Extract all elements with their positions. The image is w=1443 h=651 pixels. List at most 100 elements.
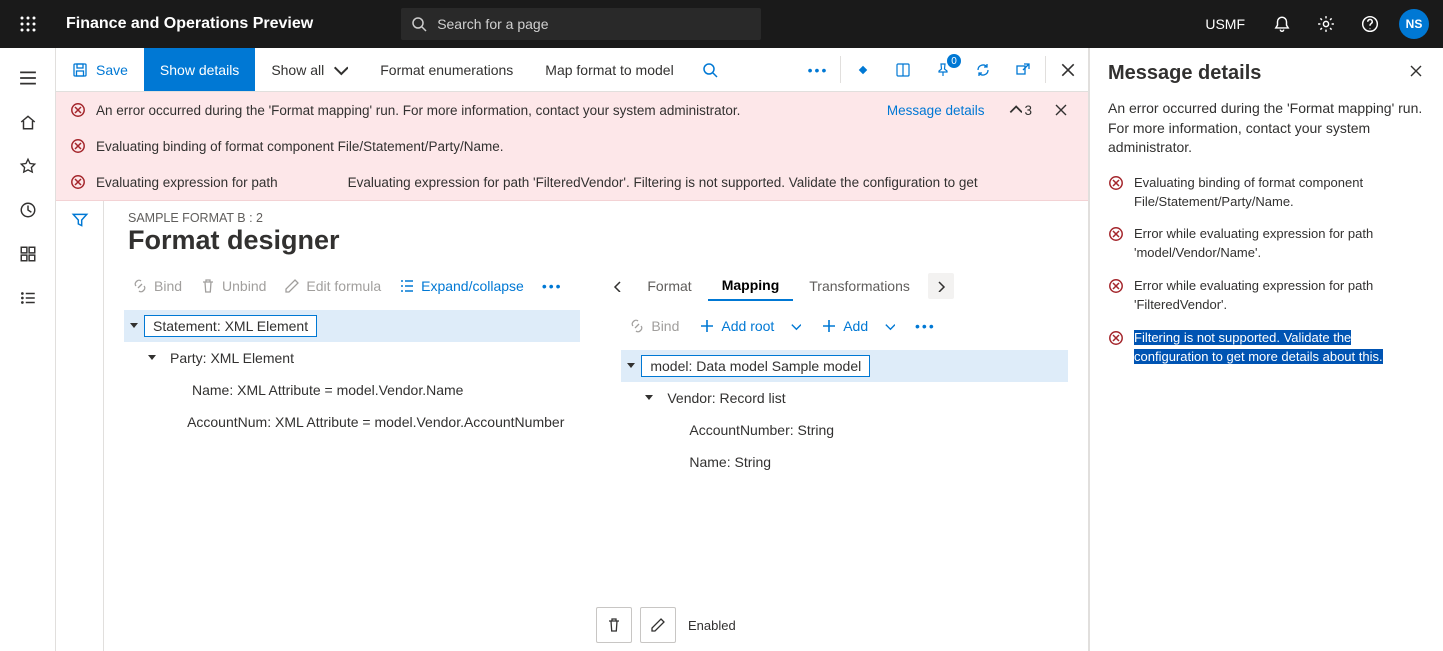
error-expand[interactable]: 3: [1002, 103, 1038, 118]
nav-home[interactable]: [0, 100, 56, 144]
search-input[interactable]: Search for a page: [401, 8, 761, 40]
add-root-button[interactable]: Add root: [691, 314, 809, 338]
error-icon: [1108, 277, 1124, 315]
diamond-icon: [855, 62, 871, 78]
nav-recent[interactable]: [0, 188, 56, 232]
attachments-button[interactable]: 0: [923, 48, 963, 91]
expand-collapse-button[interactable]: Expand/collapse: [391, 274, 532, 298]
tab-prev[interactable]: [605, 273, 631, 299]
popout-button[interactable]: [1003, 48, 1043, 91]
bind-button-right[interactable]: Bind: [621, 314, 687, 338]
clock-icon: [19, 201, 37, 219]
tab-next[interactable]: [928, 273, 954, 299]
help-icon: [1361, 15, 1379, 33]
search-icon: [411, 16, 427, 32]
avatar[interactable]: NS: [1399, 9, 1429, 39]
format-tree: Statement: XML Element Party: XML Elemen…: [104, 306, 600, 442]
more-right[interactable]: •••: [907, 314, 944, 338]
nav-favorites[interactable]: [0, 144, 56, 188]
tree-node-accountnumber[interactable]: AccountNumber: String: [621, 414, 1068, 446]
edit-formula-button[interactable]: Edit formula: [276, 274, 389, 298]
caret-icon: [644, 393, 654, 403]
error-close[interactable]: [1048, 103, 1074, 117]
help-button[interactable]: [1349, 0, 1391, 48]
nav-modules[interactable]: [0, 276, 56, 320]
caret-icon: [129, 321, 139, 331]
link-icon: [629, 318, 645, 334]
link-icon: [132, 278, 148, 294]
tree-node-statement[interactable]: Statement: XML Element: [124, 310, 580, 342]
panel-item[interactable]: Error while evaluating expression for pa…: [1108, 219, 1425, 269]
node-label: Party: XML Element: [162, 348, 302, 368]
panel-item[interactable]: Evaluating binding of format component F…: [1108, 168, 1425, 218]
close-page-button[interactable]: [1048, 48, 1088, 91]
error-icon: [1108, 225, 1124, 263]
company-code[interactable]: USMF: [1191, 16, 1259, 32]
tree-node-name2[interactable]: Name: String: [621, 446, 1068, 478]
edit-button[interactable]: [640, 607, 676, 643]
error-text-1: An error occurred during the 'Format map…: [96, 103, 869, 118]
message-details-panel: Message details An error occurred during…: [1089, 48, 1443, 651]
tree-node-vendor[interactable]: Vendor: Record list: [621, 382, 1068, 414]
bind-button[interactable]: Bind: [124, 274, 190, 298]
book-icon: [895, 62, 911, 78]
panel-item[interactable]: Error while evaluating expression for pa…: [1108, 271, 1425, 321]
plus-icon: [699, 318, 715, 334]
nav-menu[interactable]: [0, 56, 56, 100]
panel-item-text: Error while evaluating expression for pa…: [1134, 277, 1425, 315]
tab-transformations[interactable]: Transformations: [795, 272, 924, 300]
save-button[interactable]: Save: [56, 48, 144, 91]
refresh-icon: [975, 62, 991, 78]
search-action[interactable]: [690, 48, 730, 91]
panel-item-selected[interactable]: Filtering is not supported. Validate the…: [1108, 323, 1425, 373]
home-icon: [19, 113, 37, 131]
delete-button[interactable]: [596, 607, 632, 643]
app-launcher[interactable]: [8, 0, 48, 48]
copilot-button[interactable]: [843, 48, 883, 91]
error-icon: [70, 102, 86, 118]
save-icon: [72, 62, 88, 78]
tree-node-party[interactable]: Party: XML Element: [124, 342, 580, 374]
message-details-link[interactable]: Message details: [879, 103, 993, 118]
add-label: Add: [843, 318, 868, 334]
error-icon: [70, 174, 86, 190]
format-enumerations-button[interactable]: Format enumerations: [364, 48, 529, 91]
more-left[interactable]: •••: [534, 274, 571, 298]
unbind-button[interactable]: Unbind: [192, 274, 274, 298]
filter-column[interactable]: [56, 201, 104, 651]
search-placeholder: Search for a page: [437, 16, 548, 32]
office-button[interactable]: [883, 48, 923, 91]
tab-format[interactable]: Format: [633, 272, 705, 300]
notifications-button[interactable]: [1261, 0, 1303, 48]
node-label: AccountNum: XML Attribute = model.Vendor…: [179, 412, 572, 432]
filter-icon: [71, 211, 89, 229]
node-label: Vendor: Record list: [659, 388, 793, 408]
dots-icon: •••: [915, 318, 936, 334]
refresh-button[interactable]: [963, 48, 1003, 91]
error-text-3b: Evaluating expression for path 'Filtered…: [348, 175, 1074, 190]
tree-node-name[interactable]: Name: XML Attribute = model.Vendor.Name: [124, 374, 580, 406]
show-all-button[interactable]: Show all: [255, 48, 364, 91]
settings-button[interactable]: [1305, 0, 1347, 48]
unbind-label: Unbind: [222, 278, 266, 294]
error-icon: [1108, 329, 1124, 367]
pencil-icon: [650, 617, 666, 633]
node-label: AccountNumber: String: [681, 420, 842, 440]
map-format-button[interactable]: Map format to model: [529, 48, 689, 91]
show-details-button[interactable]: Show details: [144, 48, 255, 91]
tab-mapping[interactable]: Mapping: [708, 271, 794, 301]
error-count: 3: [1024, 103, 1032, 118]
app-title: Finance and Operations Preview: [48, 15, 331, 33]
page-title: Format designer: [104, 225, 1088, 266]
error-banner: An error occurred during the 'Format map…: [56, 92, 1088, 201]
add-button[interactable]: Add: [813, 314, 903, 338]
tree-node-model[interactable]: model: Data model Sample model: [621, 350, 1068, 382]
trash-icon: [200, 278, 216, 294]
tree-node-accountnum[interactable]: AccountNum: XML Attribute = model.Vendor…: [124, 406, 580, 438]
panel-close[interactable]: [1407, 62, 1425, 80]
nav-workspaces[interactable]: [0, 232, 56, 276]
more-actions[interactable]: •••: [798, 48, 838, 91]
caret-icon: [626, 361, 636, 371]
edit-label: Edit formula: [306, 278, 381, 294]
gear-icon: [1317, 15, 1335, 33]
